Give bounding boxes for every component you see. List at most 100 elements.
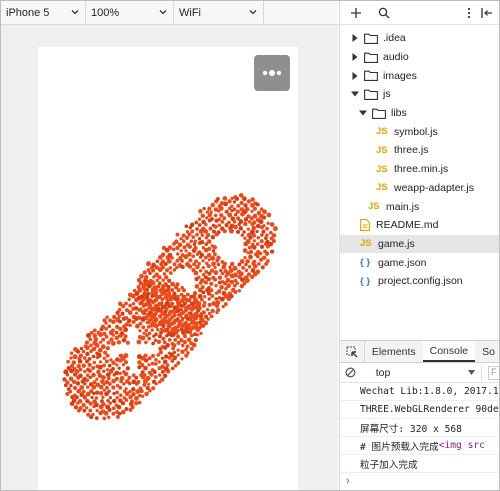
inspect-element-icon[interactable] <box>340 341 365 362</box>
particle <box>91 354 96 359</box>
particle <box>161 323 166 329</box>
particle <box>259 239 264 244</box>
particle <box>198 209 203 214</box>
tab-console-label: Console <box>429 344 469 357</box>
console-prompt[interactable]: › <box>340 473 499 489</box>
particle <box>88 408 93 413</box>
particle <box>209 281 214 286</box>
particle <box>176 288 181 293</box>
particle <box>120 311 125 316</box>
particle <box>114 330 119 335</box>
particle <box>182 340 187 345</box>
file-tree-item[interactable]: JS game.js <box>340 234 499 254</box>
particle <box>125 366 130 371</box>
particle <box>161 336 166 341</box>
particle <box>116 404 122 410</box>
caret-down-icon[interactable] <box>358 109 367 118</box>
file-tree-item[interactable]: { } project.config.json <box>340 272 499 291</box>
particle <box>166 324 172 329</box>
particle <box>138 301 143 306</box>
file-tree-item-label: game.json <box>378 256 427 269</box>
particle <box>261 229 266 234</box>
file-tree-item[interactable]: JS main.js <box>340 197 499 216</box>
particle <box>232 272 238 278</box>
particle <box>170 366 175 371</box>
particle <box>160 265 165 270</box>
search-icon[interactable] <box>376 5 392 21</box>
file-tree-item[interactable]: js <box>340 85 499 104</box>
zoom-select[interactable]: 100% <box>86 1 174 25</box>
caret-right-icon[interactable] <box>350 71 359 80</box>
particle <box>214 297 218 301</box>
collapse-panel-icon[interactable] <box>479 5 495 21</box>
console-filter-input[interactable]: F <box>488 365 499 380</box>
file-tree-item[interactable]: JS weapp-adapter.js <box>340 179 499 198</box>
device-select[interactable]: iPhone 5 <box>1 1 86 25</box>
particle <box>195 232 199 237</box>
particle <box>209 288 214 293</box>
particle <box>176 252 180 256</box>
zoom-select-value: 100% <box>91 7 120 19</box>
particle <box>143 308 148 313</box>
particle <box>248 249 254 255</box>
file-tree-item[interactable]: README.md <box>340 216 499 235</box>
particle <box>191 235 196 240</box>
file-tree-item[interactable]: JS three.js <box>340 141 499 160</box>
tab-elements[interactable]: Elements <box>365 341 423 362</box>
file-tree-item[interactable]: images <box>340 66 499 85</box>
particle <box>237 289 242 293</box>
more-vertical-icon[interactable] <box>461 5 477 21</box>
particle <box>235 229 241 234</box>
particle <box>230 204 234 209</box>
particle <box>201 266 205 270</box>
particle <box>255 242 260 246</box>
devtools-tabs: Elements Console So <box>340 341 499 363</box>
tab-sources[interactable]: So <box>475 341 499 362</box>
particle <box>88 375 92 380</box>
particle <box>247 220 252 224</box>
particle <box>219 213 224 218</box>
particle <box>242 230 246 234</box>
particle <box>122 382 126 386</box>
particle <box>205 216 209 220</box>
particle <box>190 229 195 234</box>
particle <box>185 344 190 349</box>
more-dots-icon <box>262 70 282 76</box>
particle <box>94 416 99 420</box>
particle <box>181 233 186 238</box>
add-file-icon[interactable] <box>348 5 364 21</box>
simulator-toolbar: iPhone 5 100% WiFi <box>1 1 338 25</box>
particle <box>144 391 149 397</box>
context-select[interactable]: top <box>366 364 483 381</box>
file-tree-item[interactable]: .idea <box>340 29 499 48</box>
clear-console-icon[interactable] <box>340 367 362 378</box>
tab-elements-label: Elements <box>371 345 416 358</box>
capsule-menu-button[interactable] <box>254 55 290 91</box>
file-tree-item[interactable]: audio <box>340 48 499 67</box>
caret-down-icon[interactable] <box>350 90 359 99</box>
particle-canvas[interactable] <box>38 47 298 491</box>
json-file-icon: { } <box>360 257 371 269</box>
tab-console[interactable]: Console <box>422 341 476 362</box>
particle <box>194 259 199 264</box>
particle <box>167 337 172 342</box>
particle <box>209 314 214 319</box>
particle <box>160 291 166 297</box>
file-tree-item[interactable]: libs <box>340 104 499 123</box>
caret-right-icon[interactable] <box>350 34 359 43</box>
file-tree-item[interactable]: JS three.min.js <box>340 160 499 179</box>
particle <box>143 275 149 280</box>
particle <box>117 366 121 370</box>
particle <box>244 268 249 273</box>
particle <box>255 254 260 259</box>
particle <box>150 280 155 285</box>
particle <box>136 339 142 345</box>
file-tree-item[interactable]: { } game.json <box>340 253 499 272</box>
file-tree-item-label: .idea <box>383 32 406 45</box>
particle <box>88 337 93 342</box>
caret-right-icon[interactable] <box>350 53 359 62</box>
network-select[interactable]: WiFi <box>174 1 264 25</box>
phone-screen[interactable] <box>38 47 298 491</box>
file-tree-item[interactable]: JS symbol.js <box>340 122 499 141</box>
console-line-tag[interactable]: <img src <box>439 440 485 451</box>
